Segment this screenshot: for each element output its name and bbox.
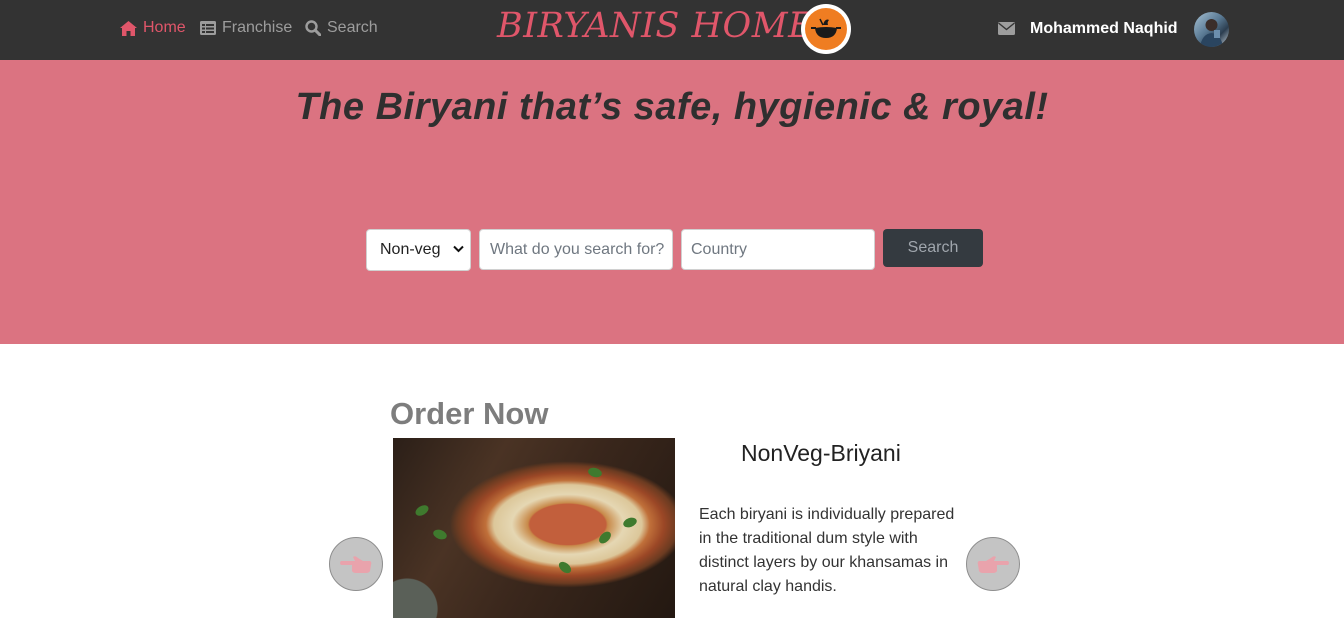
- carousel-prev-button[interactable]: [329, 537, 383, 591]
- dish-name: NonVeg-Briyani: [741, 440, 901, 466]
- order-now-heading: Order Now: [390, 396, 549, 431]
- category-select[interactable]: Non-veg: [366, 229, 471, 271]
- nav-search-label: Search: [327, 19, 378, 36]
- search-input-placeholder: What do you search for?: [490, 240, 665, 258]
- envelope-icon[interactable]: [998, 22, 1015, 35]
- search-input[interactable]: What do you search for?: [479, 229, 673, 270]
- nav-search-link[interactable]: Search: [305, 19, 378, 37]
- navbar: Home Franchise Search BIRYANIS HOME Moha…: [0, 0, 1344, 60]
- list-icon: [200, 21, 216, 35]
- dish-description: Each biryani is individually prepared in…: [699, 506, 955, 595]
- nav-franchise-link[interactable]: Franchise: [200, 19, 292, 37]
- hero-tagline: The Biryani that’s safe, hygienic & roya…: [295, 86, 1049, 128]
- category-select-value: Non-veg: [380, 241, 441, 258]
- biryani-image: [393, 438, 675, 618]
- hero-banner: The Biryani that’s safe, hygienic & roya…: [0, 60, 1344, 344]
- avatar[interactable]: [1194, 12, 1229, 47]
- chevron-down-icon: [453, 245, 464, 253]
- nav-home-link[interactable]: Home: [120, 19, 186, 37]
- cooking-pot-logo[interactable]: [801, 4, 851, 54]
- search-icon: [305, 20, 321, 36]
- hand-pointing-left-icon: [340, 556, 372, 573]
- user-name[interactable]: Mohammed Naqhid: [1030, 20, 1178, 38]
- nav-franchise-label: Franchise: [222, 19, 293, 36]
- brand-title[interactable]: BIRYANIS HOME: [497, 6, 814, 46]
- search-button[interactable]: Search: [883, 229, 983, 267]
- country-input-placeholder: Country: [691, 240, 748, 258]
- nav-home-label: Home: [143, 19, 186, 36]
- hand-pointing-right-icon: [977, 556, 1009, 573]
- country-input[interactable]: Country: [681, 229, 875, 270]
- carousel-next-button[interactable]: [966, 537, 1020, 591]
- home-icon: [120, 20, 137, 36]
